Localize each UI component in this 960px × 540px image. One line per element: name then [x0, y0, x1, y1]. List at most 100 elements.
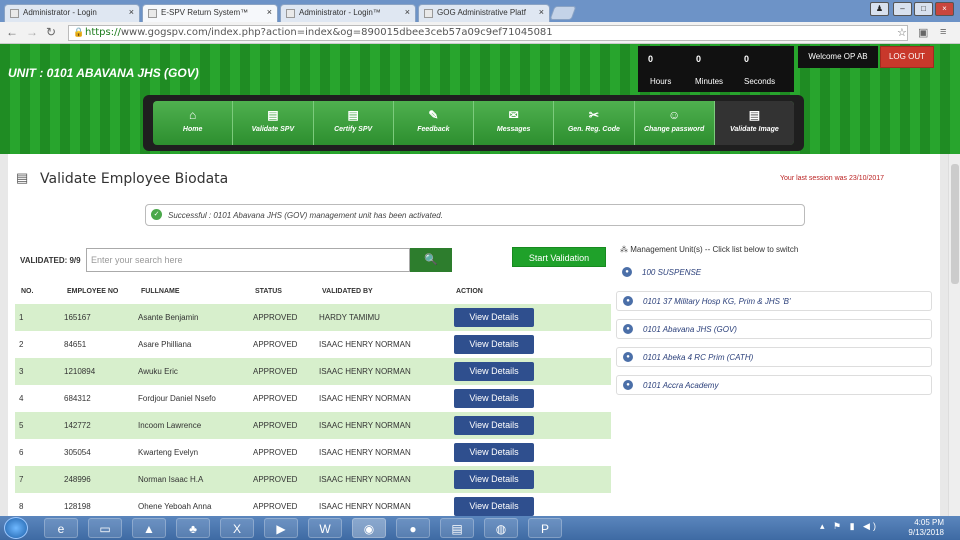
- user-icon[interactable]: ♟: [870, 2, 889, 16]
- cell-employee-no: 1210894: [64, 367, 96, 376]
- tab-label: Administrator - Login: [23, 8, 97, 17]
- forward-arrow-icon[interactable]: →: [26, 25, 38, 39]
- timer-hours-label: Hours: [650, 77, 672, 86]
- management-unit-item[interactable]: ● 0101 Abeka 4 RC Prim (CATH): [616, 347, 932, 367]
- extension-icon[interactable]: ▣: [918, 26, 928, 39]
- nav-validate-spv[interactable]: ▤ Validate SPV: [233, 101, 314, 145]
- address-bar[interactable]: 🔒 https://www.gogspv.com/index.php?action…: [68, 25, 908, 41]
- cell-no: 3: [19, 367, 24, 376]
- view-details-button[interactable]: View Details: [454, 335, 534, 354]
- page-title: Validate Employee Biodata: [40, 171, 229, 187]
- close-icon[interactable]: ×: [267, 7, 272, 17]
- unit-title: UNIT : 0101 ABAVANA JHS (GOV): [8, 66, 199, 80]
- unit-icon: ●: [623, 296, 633, 306]
- table-row: 1 165167 Asante Benjamin APPROVED HARDY …: [15, 304, 611, 331]
- search-button[interactable]: 🔍: [410, 248, 452, 272]
- cell-status: APPROVED: [253, 340, 298, 349]
- cell-validated-by: ISAAC HENRY NORMAN: [319, 421, 411, 430]
- tree-app-icon[interactable]: ♣: [176, 518, 210, 538]
- view-details-button[interactable]: View Details: [454, 443, 534, 462]
- internet-explorer-icon[interactable]: e: [44, 518, 78, 538]
- firefox-icon[interactable]: ◍: [484, 518, 518, 538]
- lock-icon: 🔒: [73, 28, 85, 38]
- close-icon[interactable]: ×: [129, 7, 134, 17]
- media-player-icon[interactable]: ▶: [264, 518, 298, 538]
- cell-validated-by: ISAAC HENRY NORMAN: [319, 340, 411, 349]
- nav-label: Validate Image: [729, 126, 779, 133]
- nav-messages[interactable]: ✉ Messages: [474, 101, 555, 145]
- view-details-button[interactable]: View Details: [454, 416, 534, 435]
- word-icon[interactable]: W: [308, 518, 342, 538]
- taskbar-clock[interactable]: 4:05 PM 9/13/2018: [888, 518, 944, 538]
- cell-validated-by: ISAAC HENRY NORMAN: [319, 367, 411, 376]
- welcome-text: Welcome OP AB: [798, 46, 878, 68]
- browser-tab[interactable]: Administrator - Login™ ×: [280, 4, 416, 22]
- vlc-icon[interactable]: ▲: [132, 518, 166, 538]
- star-icon[interactable]: ☆: [897, 26, 907, 39]
- browser-tab[interactable]: Administrator - Login ×: [4, 4, 140, 22]
- nav-change-password[interactable]: ☺ Change password: [635, 101, 715, 145]
- nav-label: Home: [182, 126, 203, 133]
- cell-no: 7: [19, 475, 24, 484]
- timer-hours: 0: [648, 54, 654, 64]
- nav-label: Gen. Reg. Code: [567, 126, 620, 133]
- browser-tab-active[interactable]: E-SPV Return System™ ×: [142, 4, 278, 22]
- search-input[interactable]: [86, 248, 410, 272]
- back-arrow-icon[interactable]: ←: [6, 25, 18, 39]
- nav-home[interactable]: ⌂ Home: [153, 101, 234, 145]
- management-unit-item[interactable]: ● 0101 Abavana JHS (GOV): [616, 319, 932, 339]
- start-validation-button[interactable]: Start Validation: [512, 247, 606, 267]
- view-details-button[interactable]: View Details: [454, 362, 534, 381]
- view-details-button[interactable]: View Details: [454, 470, 534, 489]
- start-button[interactable]: [4, 517, 28, 539]
- nav-label: Validate SPV: [251, 126, 295, 133]
- cell-fullname: Kwarteng Evelyn: [138, 448, 199, 457]
- unit-label: 0101 Abavana JHS (GOV): [643, 325, 737, 334]
- logout-button[interactable]: LOG OUT: [880, 46, 934, 68]
- excel-icon[interactable]: X: [220, 518, 254, 538]
- cell-no: 8: [19, 502, 24, 511]
- maximize-button[interactable]: □: [914, 2, 933, 16]
- cell-employee-no: 128198: [64, 502, 91, 511]
- table-row: 8 128198 Ohene Yeboah Anna APPROVED ISAA…: [15, 493, 611, 516]
- nav-gen-reg-code[interactable]: ✂ Gen. Reg. Code: [554, 101, 635, 145]
- browser-tab[interactable]: GOG Administrative Platf ×: [418, 4, 550, 22]
- cell-validated-by: ISAAC HENRY NORMAN: [319, 502, 411, 511]
- document-icon: ▤: [267, 108, 279, 122]
- view-details-button[interactable]: View Details: [454, 389, 534, 408]
- cell-no: 5: [19, 421, 24, 430]
- nav-certify-spv[interactable]: ▤ Certify SPV: [314, 101, 394, 145]
- nav-validate-image[interactable]: ▤ Validate Image: [714, 101, 794, 145]
- close-icon[interactable]: ×: [539, 7, 544, 17]
- system-tray[interactable]: ▴ ⚑ ▮ ◀): [820, 521, 879, 532]
- url-scheme: https://: [85, 27, 121, 38]
- check-icon: ✓: [151, 209, 162, 220]
- table-row: 3 1210894 Awuku Eric APPROVED ISAAC HENR…: [15, 358, 611, 385]
- management-unit-item[interactable]: ● 100 SUSPENSE: [616, 263, 932, 283]
- notes-icon[interactable]: ▤: [440, 518, 474, 538]
- scrollbar-thumb[interactable]: [951, 164, 959, 284]
- view-details-button[interactable]: View Details: [454, 308, 534, 327]
- col-header-validated-by: VALIDATED BY: [322, 288, 373, 295]
- file-explorer-icon[interactable]: ▭: [88, 518, 122, 538]
- powerpoint-icon[interactable]: P: [528, 518, 562, 538]
- management-unit-item[interactable]: ● 0101 Accra Academy: [616, 375, 932, 395]
- reload-icon[interactable]: ↻: [46, 25, 56, 39]
- close-icon[interactable]: ×: [405, 7, 410, 17]
- chrome-icon[interactable]: ◉: [352, 518, 386, 538]
- cell-status: APPROVED: [253, 394, 298, 403]
- view-details-button[interactable]: View Details: [454, 497, 534, 516]
- minimize-button[interactable]: –: [893, 2, 912, 16]
- table-row: 5 142772 Incoom Lawrence APPROVED ISAAC …: [15, 412, 611, 439]
- timer-seconds-label: Seconds: [744, 77, 776, 86]
- menu-icon[interactable]: ≡: [940, 26, 946, 38]
- success-alert: ✓ Successful : 0101 Abavana JHS (GOV) man…: [145, 204, 805, 226]
- clock-time: 4:05 PM: [914, 518, 944, 527]
- new-tab-button[interactable]: [549, 6, 577, 20]
- cell-employee-no: 84651: [64, 340, 87, 349]
- nav-feedback[interactable]: ✎ Feedback: [394, 101, 474, 145]
- app-icon[interactable]: ●: [396, 518, 430, 538]
- management-unit-item[interactable]: ● 0101 37 Military Hosp KG, Prim & JHS 'B…: [616, 291, 932, 311]
- page-scrollbar[interactable]: [948, 154, 960, 516]
- close-window-button[interactable]: ×: [935, 2, 954, 16]
